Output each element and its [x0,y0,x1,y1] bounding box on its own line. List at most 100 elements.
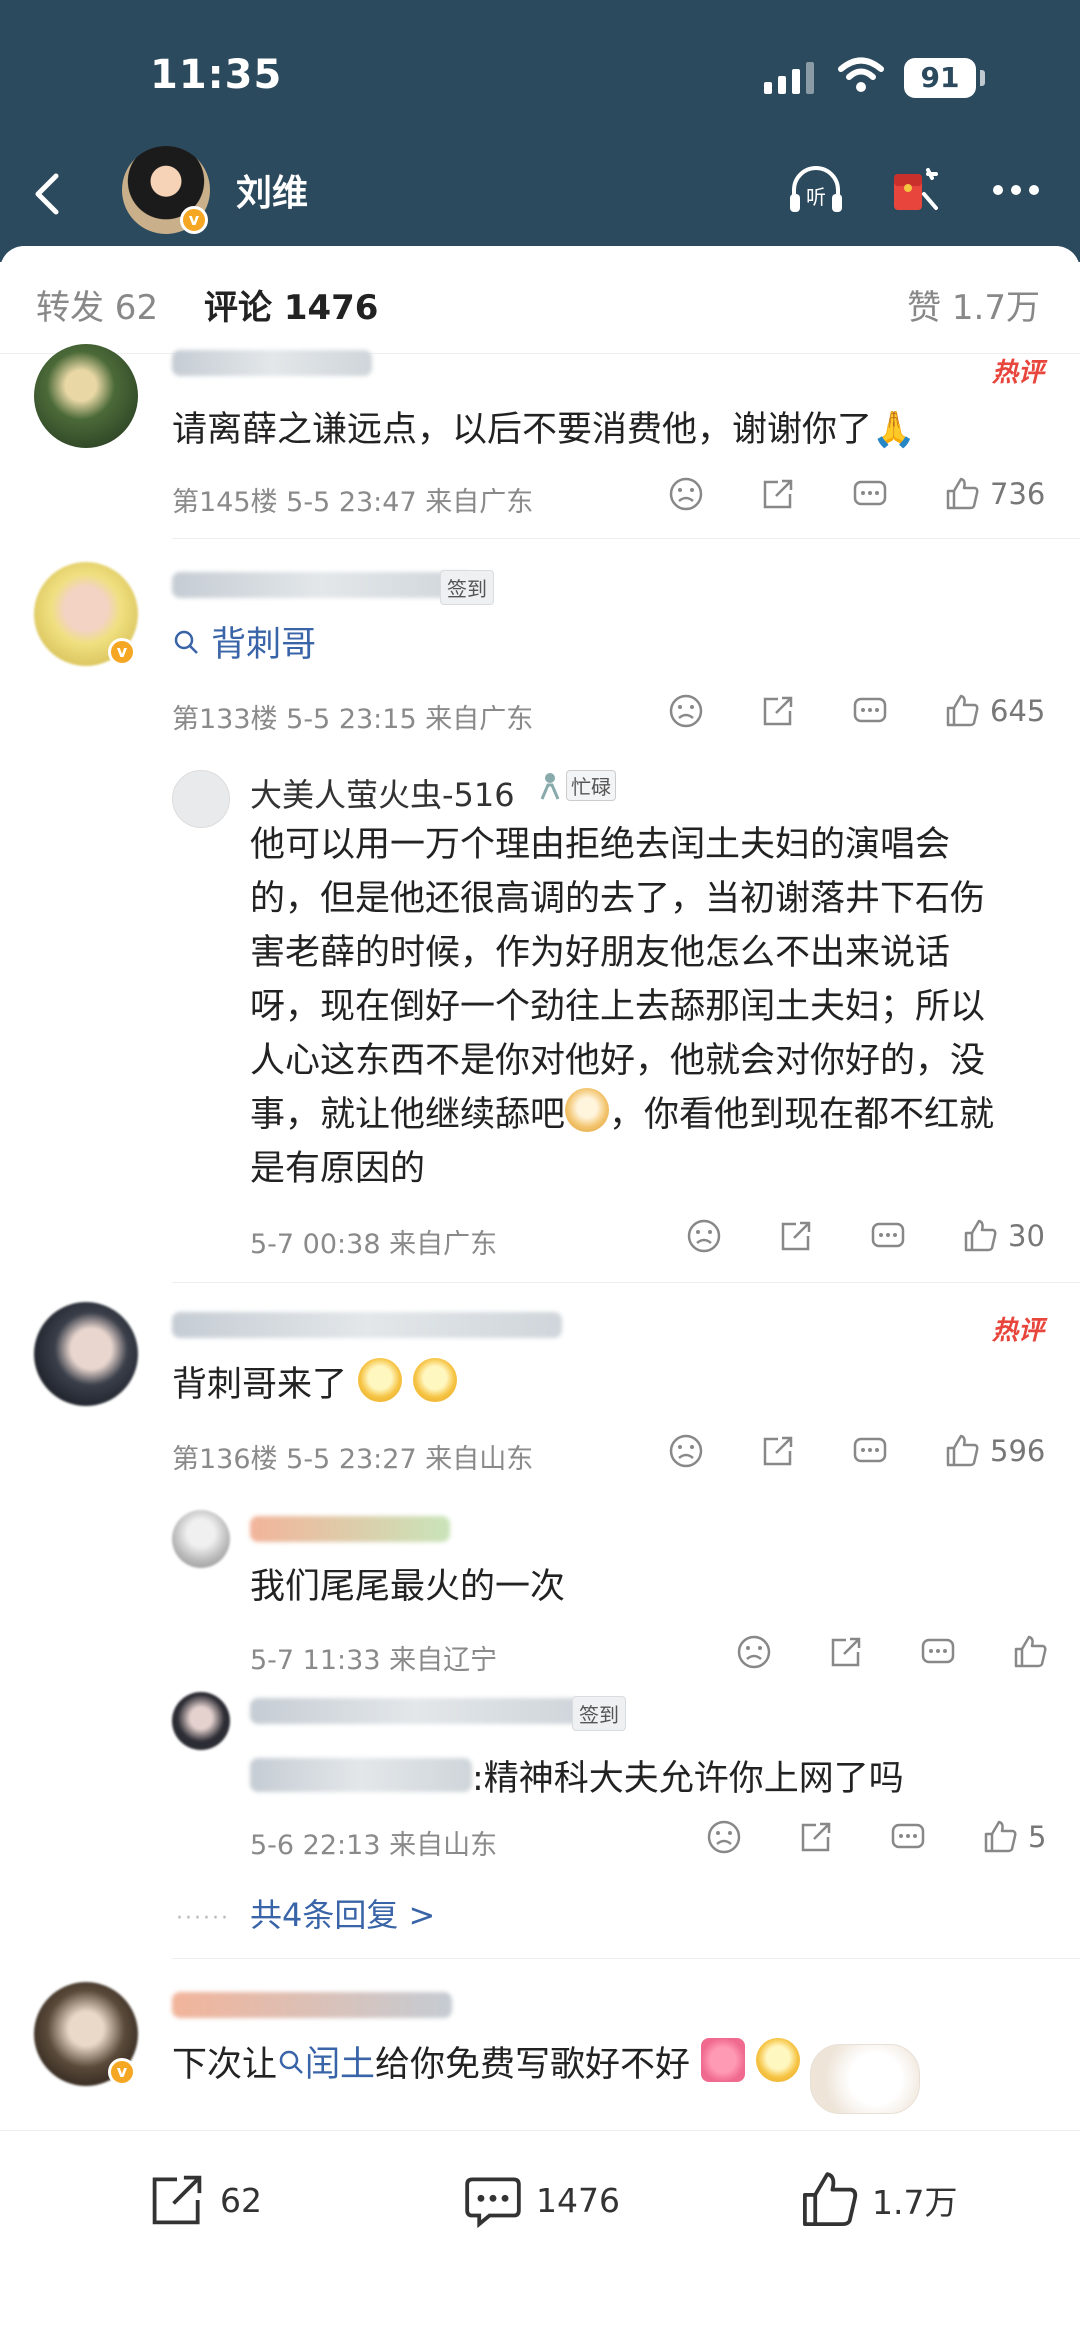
tab-comments[interactable]: 评论 1476 [204,280,378,329]
username-blurred[interactable] [172,1312,562,1338]
author-name[interactable]: 刘维 [236,164,308,216]
share-icon[interactable] [798,1819,834,1855]
more-replies-link[interactable]: 共4条回复 > [250,1890,435,1936]
comment-meta: 第145楼 5-5 23:47 来自广东 [172,480,533,519]
share-icon[interactable] [828,1634,864,1670]
floor-number: 第133楼 [172,704,278,735]
topic-link[interactable]: 背刺哥 [211,625,316,665]
avatar[interactable] [172,1510,230,1568]
repost-button[interactable]: 62 [146,2169,262,2231]
frown-icon[interactable] [686,1218,722,1254]
username-blurred[interactable] [250,1698,580,1724]
tab-likes[interactable]: 赞 1.7万 [907,280,1040,329]
comment-icon[interactable] [870,1218,906,1254]
thumbs-up-icon[interactable] [944,693,980,729]
hot-comment-badge: 热评 [991,1316,1044,1346]
comment-icon[interactable] [852,476,888,512]
more-dots-icon[interactable] [984,158,1048,222]
comment-location: 来自广东 [425,704,534,735]
comment-text: 背刺哥来了 [172,1358,458,1412]
tab-reposts[interactable]: 转发 62 [36,280,158,329]
comment-icon[interactable] [852,1433,888,1469]
red-packet-icon[interactable] [882,158,946,222]
reply-actions: 30 [686,1218,1045,1254]
thumbs-up-icon[interactable] [962,1218,998,1254]
reply-text: :精神科大夫允许你上网了吗 [472,1759,904,1799]
checkin-badge: 签到 [440,570,494,605]
frown-icon[interactable] [668,693,704,729]
thumbs-up-icon[interactable] [982,1819,1018,1855]
checkin-badge: 签到 [572,1696,626,1731]
reply-username[interactable]: 大美人萤火虫-516 [250,770,515,816]
reply-time: 5-6 22:13 [250,1830,381,1861]
topic-link[interactable]: 闰土 [305,2045,375,2085]
username-blurred[interactable] [172,572,472,598]
share-icon[interactable] [760,693,796,729]
avatar[interactable] [172,770,230,828]
thumbs-up-icon [802,2172,858,2227]
search-icon [279,2050,303,2074]
thumbs-up-icon[interactable] [1012,1634,1048,1670]
frown-icon[interactable] [668,1433,704,1469]
reply-dots: ······ [176,1906,230,1931]
headphones-icon[interactable]: 听 [784,158,848,222]
frown-icon[interactable] [706,1819,742,1855]
top-header: 11:35 91 v 刘维 听 [0,0,1080,262]
frown-icon[interactable] [736,1634,772,1670]
status-badge: 忙碌 [538,770,616,801]
thumbs-up-icon[interactable] [944,476,980,512]
verified-badge-icon: v [180,206,208,234]
thumbs-up-icon[interactable] [944,1433,980,1469]
reply-time: 5-7 11:33 [250,1645,381,1676]
battery-tip [980,70,985,86]
comment-time: 5-5 23:27 [286,1444,417,1475]
bottom-action-bar: 62 1476 1.7万 [0,2130,1080,2267]
back-icon[interactable] [24,166,74,222]
reply-actions [736,1634,1048,1670]
doge-emoji-icon [565,1088,610,1132]
person-icon [540,772,560,800]
comment-meta: 第133楼 5-5 23:15 来自广东 [172,697,533,736]
reply-text: 他可以用一万个理由拒绝去闰土夫妇的演唱会 的，但是他还很高调的去了，当初谢落井下… [250,825,995,1189]
comment-icon[interactable] [920,1634,956,1670]
floor-number: 第136楼 [172,1444,278,1475]
verified-badge-icon: v [108,638,136,666]
status-bar: 11:35 91 [0,0,1080,150]
avatar[interactable] [34,344,138,448]
avatar[interactable] [172,1692,230,1750]
floor-number: 第145楼 [172,487,278,518]
comments-card: 转发 62 评论 1476 赞 1.7万 [0,246,1080,2347]
like-total: 1.7万 [872,2183,958,2222]
divider [172,1958,1080,1959]
repost-count: 62 [220,2180,262,2220]
reply-time: 5-7 00:38 [250,1229,381,1260]
share-icon[interactable] [760,1433,796,1469]
comment-icon[interactable] [890,1819,926,1855]
comment-meta: 第136楼 5-5 23:27 来自山东 [172,1437,533,1476]
username-blurred[interactable] [172,350,372,376]
comment-text: 请离薛之谦远点，以后不要消费他，谢谢你了🙏 [172,410,916,450]
comment-text: 下次让 闰土给你免费写歌好不好 [172,2038,801,2092]
svg-text:听: 听 [806,185,826,209]
tongue-emoji-icon [756,2038,801,2082]
grin-emoji-icon [358,1358,403,1402]
comment-icon[interactable] [852,693,888,729]
cellular-signal-icon [764,62,814,94]
share-icon[interactable] [760,476,796,512]
reply-text: 我们尾尾最火的一次 [250,1567,566,1607]
reply-meta: 5-7 11:33 来自辽宁 [250,1638,497,1677]
battery-indicator: 91 [904,58,976,98]
comment-icon [465,2177,521,2229]
username-blurred[interactable] [172,1992,452,2018]
like-button[interactable]: 1.7万 [798,2169,957,2231]
username-blurred[interactable] [250,1516,450,1542]
avatar[interactable] [34,1302,138,1406]
grin-emoji-icon [413,1358,458,1402]
share-icon[interactable] [778,1218,814,1254]
comment-button[interactable]: 1476 [462,2169,620,2231]
comment-time: 5-5 23:47 [286,487,417,518]
heart-emoji-icon [701,2038,746,2082]
reply-location: 来自山东 [389,1830,498,1861]
frown-icon[interactable] [668,476,704,512]
status-time: 11:35 [150,52,283,98]
